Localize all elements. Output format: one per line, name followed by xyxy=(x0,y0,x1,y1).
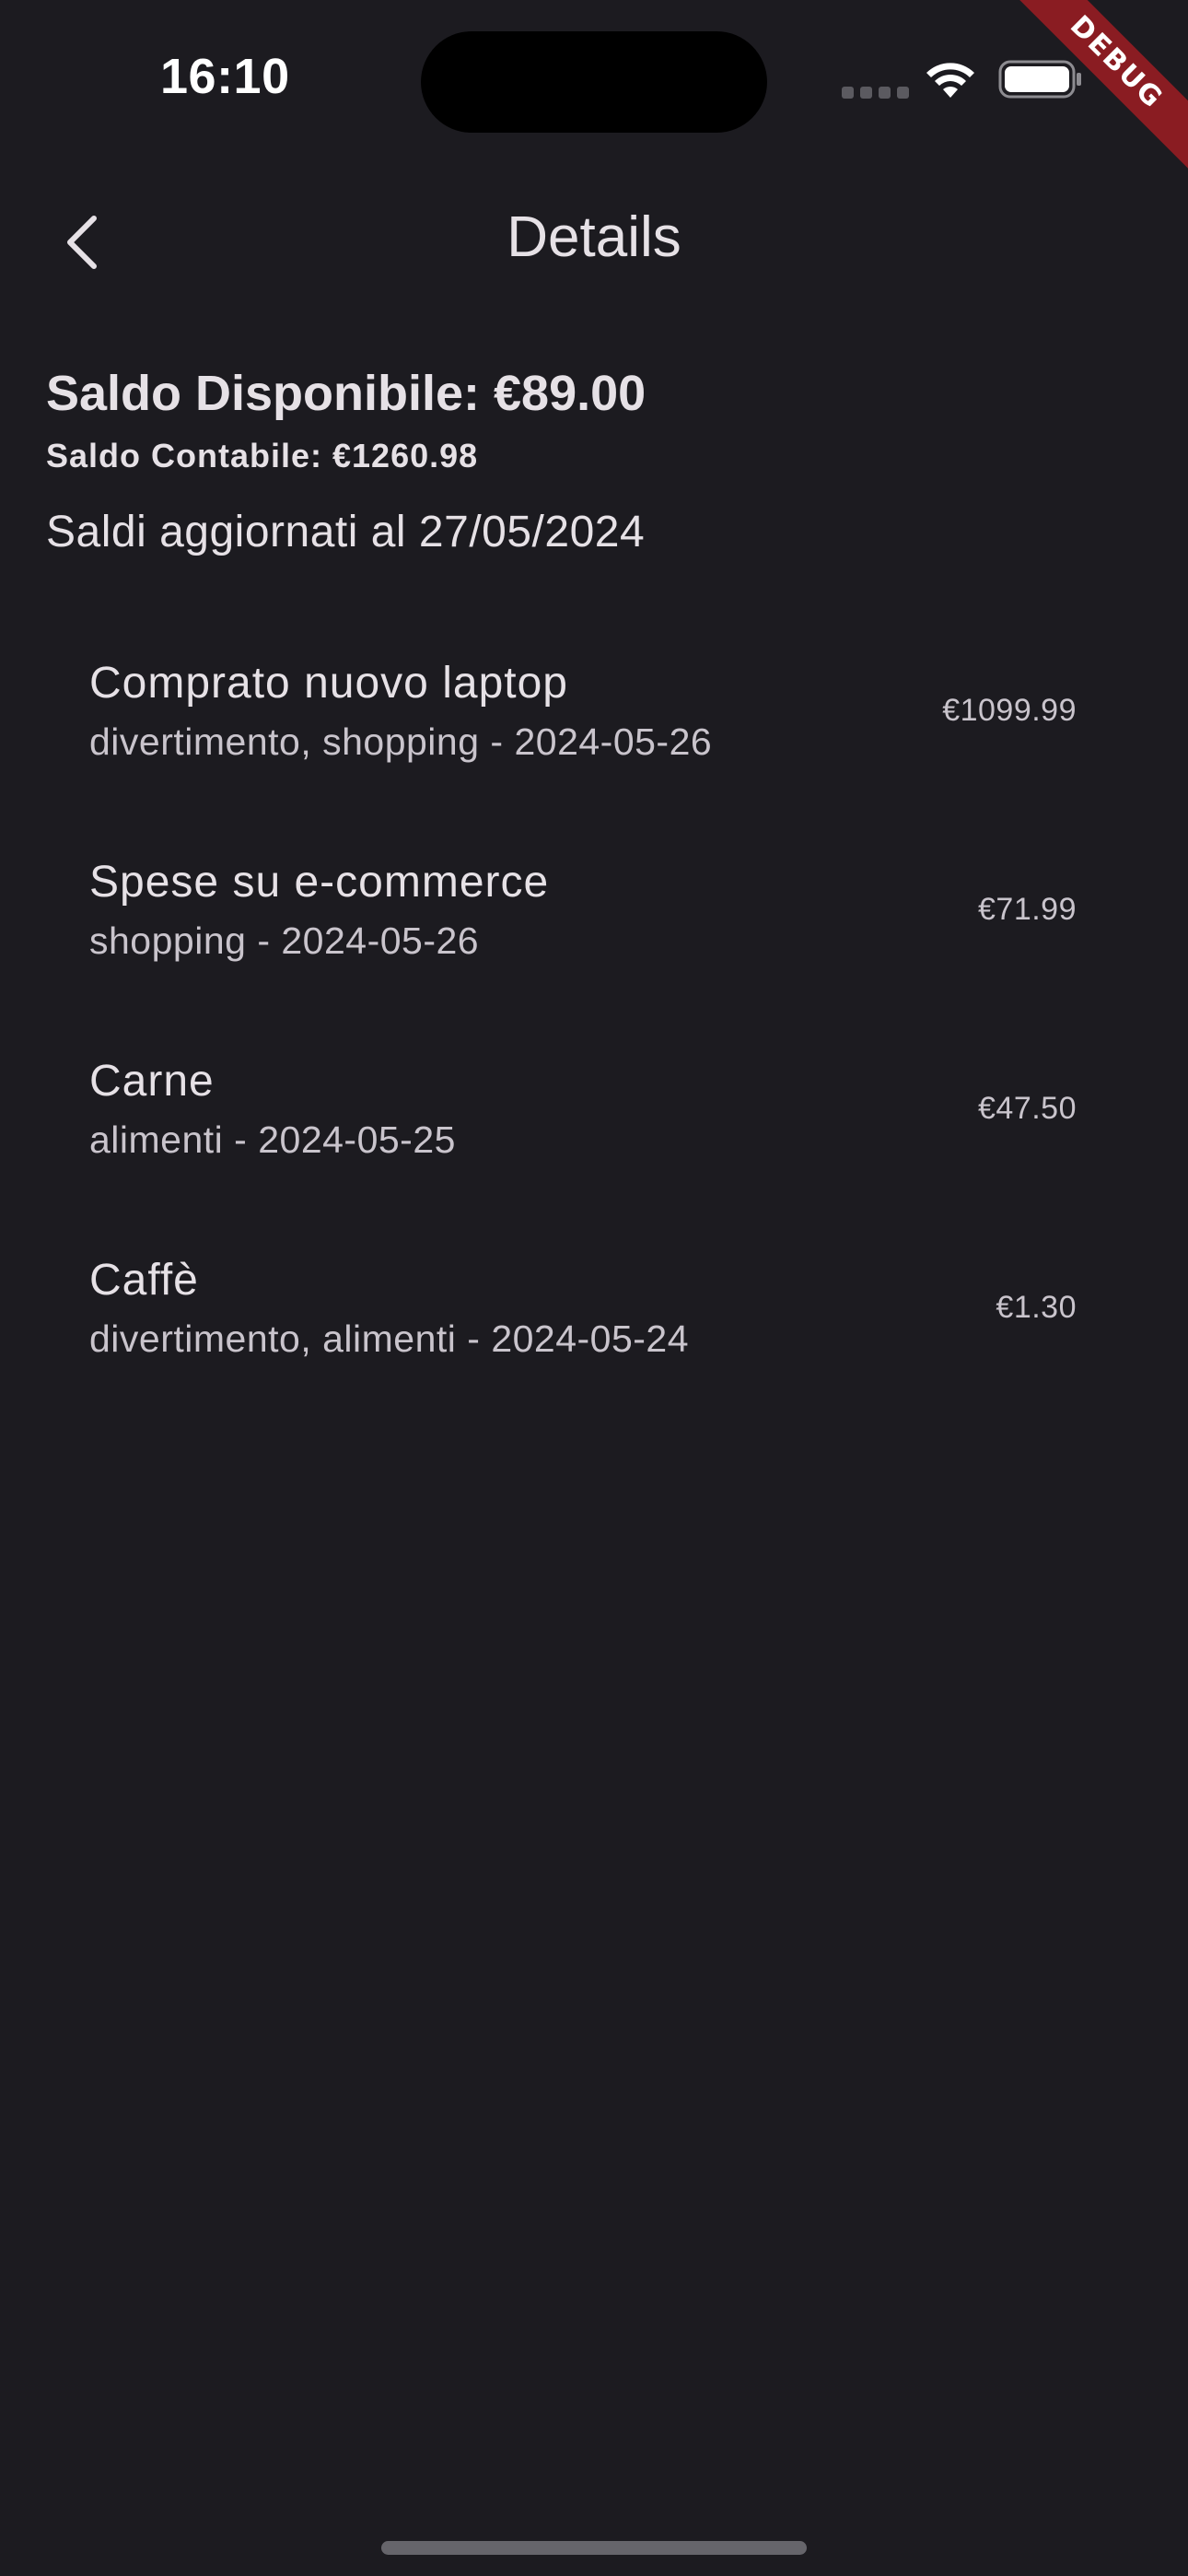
transaction-title: Comprato nuovo laptop xyxy=(89,659,568,708)
page-title: Details xyxy=(507,205,681,269)
accounting-balance: Saldo Contabile: €1260.98 xyxy=(46,437,479,474)
details-screen: 16:10 DEBUG Details Saldo Disponibile: €… xyxy=(0,0,1188,2576)
transaction-item[interactable]: Comprato nuovo laptop divertimento, shop… xyxy=(0,632,1188,831)
transaction-item[interactable]: Spese su e-commerce shopping - 2024-05-2… xyxy=(0,831,1188,1030)
cellular-signal-icon xyxy=(842,87,909,99)
transaction-title: Carne xyxy=(89,1057,215,1106)
battery-icon xyxy=(998,60,1081,99)
transaction-subtitle: divertimento, alimenti - 2024-05-24 xyxy=(89,1317,690,1360)
transaction-subtitle: alimenti - 2024-05-25 xyxy=(89,1118,456,1161)
transaction-subtitle: divertimento, shopping - 2024-05-26 xyxy=(89,720,713,763)
transaction-amount: €1.30 xyxy=(996,1290,1077,1325)
status-bar-time: 16:10 xyxy=(160,49,290,104)
available-balance: Saldo Disponibile: €89.00 xyxy=(46,366,646,421)
transaction-title: Spese su e-commerce xyxy=(89,858,550,907)
transaction-title: Caffè xyxy=(89,1256,199,1305)
transaction-list: Comprato nuovo laptop divertimento, shop… xyxy=(0,632,1188,1428)
dynamic-island xyxy=(421,31,767,133)
transaction-subtitle: shopping - 2024-05-26 xyxy=(89,919,480,962)
home-indicator[interactable] xyxy=(381,2541,807,2555)
transaction-amount: €47.50 xyxy=(978,1091,1077,1126)
transaction-amount: €1099.99 xyxy=(942,693,1077,728)
transaction-item[interactable]: Caffè divertimento, alimenti - 2024-05-2… xyxy=(0,1229,1188,1428)
transaction-item[interactable]: Carne alimenti - 2024-05-25 €47.50 xyxy=(0,1030,1188,1229)
balance-updated-date: Saldi aggiornati al 27/05/2024 xyxy=(46,508,646,556)
wifi-icon xyxy=(926,63,974,98)
transaction-amount: €71.99 xyxy=(978,892,1077,927)
